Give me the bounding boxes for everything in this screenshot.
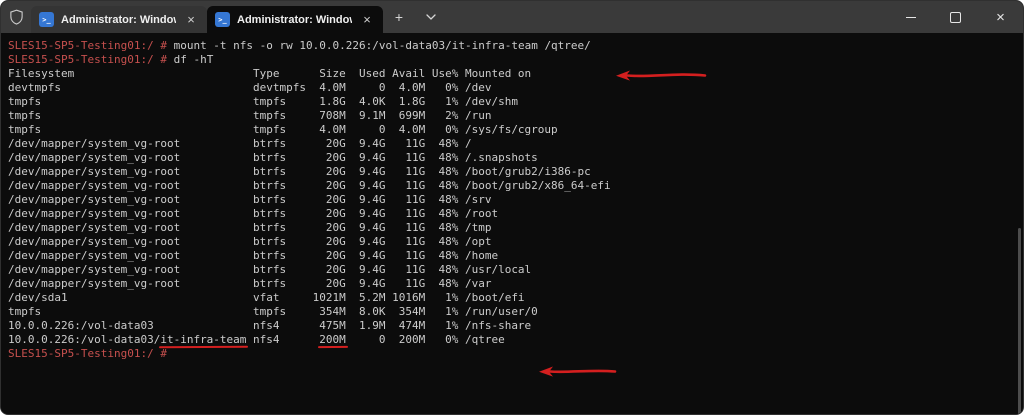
terminal-line: /dev/mapper/system_vg-root btrfs 20G 9.4… <box>8 263 532 276</box>
maximize-icon <box>950 11 961 23</box>
tab-title: Administrator: Windows PowerShell <box>61 13 176 26</box>
powershell-icon: >_ <box>39 12 54 27</box>
terminal-line: /dev/mapper/system_vg-root btrfs 20G 9.4… <box>8 151 538 164</box>
terminal-window: >_ Administrator: Windows PowerShell × >… <box>0 0 1024 415</box>
annotation-arrow-qtree-row <box>539 366 617 377</box>
maximize-button[interactable] <box>933 1 978 33</box>
minimize-icon <box>905 16 916 18</box>
terminal-line: /dev/mapper/system_vg-root btrfs 20G 9.4… <box>8 277 492 290</box>
terminal-line: /dev/mapper/system_vg-root btrfs 20G 9.4… <box>8 179 611 192</box>
tab-close-button[interactable]: × <box>183 12 199 28</box>
tab-powershell-1[interactable]: >_ Administrator: Windows PowerShell × <box>31 6 207 33</box>
tab-close-button[interactable]: × <box>359 12 375 28</box>
terminal-lines: SLES15-SP5-Testing01:/ # mount -t nfs -o… <box>8 39 1023 361</box>
tab-dropdown-button[interactable] <box>415 1 447 33</box>
terminal-line: SLES15-SP5-Testing01:/ # df -hT <box>8 53 214 66</box>
tab-powershell-2[interactable]: >_ Administrator: Windows PowerShell × <box>207 6 383 33</box>
terminal-line: tmpfs tmpfs 1.8G 4.0K 1.8G 1% /dev/shm <box>8 95 518 108</box>
terminal-line: tmpfs tmpfs 354M 8.0K 354M 1% /run/user/… <box>8 305 538 318</box>
close-icon: × <box>996 8 1005 26</box>
annotation-arrow-mount-command <box>616 70 707 81</box>
scrollbar-thumb[interactable] <box>1018 228 1021 414</box>
terminal-line: 10.0.0.226:/vol-data03/it-infra-team nfs… <box>8 333 505 346</box>
terminal-line: SLES15-SP5-Testing01:/ # mount -t nfs -o… <box>8 39 591 52</box>
terminal-line: /dev/sda1 vfat 1021M 5.2M 1016M 1% /boot… <box>8 291 525 304</box>
terminal-pane[interactable]: SLES15-SP5-Testing01:/ # mount -t nfs -o… <box>1 33 1023 414</box>
tab-bar: >_ Administrator: Windows PowerShell × >… <box>1 1 1023 33</box>
new-tab-button[interactable]: + <box>383 1 415 33</box>
powershell-icon: >_ <box>215 12 230 27</box>
admin-shield-icon <box>1 1 31 33</box>
close-button[interactable]: × <box>978 1 1023 33</box>
terminal-line: /dev/mapper/system_vg-root btrfs 20G 9.4… <box>8 137 472 150</box>
terminal-line: tmpfs tmpfs 4.0M 0 4.0M 0% /sys/fs/cgrou… <box>8 123 558 136</box>
terminal-line: /dev/mapper/system_vg-root btrfs 20G 9.4… <box>8 207 499 220</box>
terminal-line: /dev/mapper/system_vg-root btrfs 20G 9.4… <box>8 165 591 178</box>
tab-title: Administrator: Windows PowerShell <box>237 13 352 26</box>
terminal-line: /dev/mapper/system_vg-root btrfs 20G 9.4… <box>8 235 492 248</box>
terminal-line: SLES15-SP5-Testing01:/ # <box>8 347 167 360</box>
terminal-line: tmpfs tmpfs 708M 9.1M 699M 2% /run <box>8 109 492 122</box>
terminal-line: /dev/mapper/system_vg-root btrfs 20G 9.4… <box>8 221 492 234</box>
terminal-line: /dev/mapper/system_vg-root btrfs 20G 9.4… <box>8 193 492 206</box>
terminal-line: 10.0.0.226:/vol-data03 nfs4 475M 1.9M 47… <box>8 319 532 332</box>
chevron-down-icon <box>426 14 436 20</box>
terminal-line: /dev/mapper/system_vg-root btrfs 20G 9.4… <box>8 249 499 262</box>
minimize-button[interactable] <box>888 1 933 33</box>
terminal-line: Filesystem Type Size Used Avail Use% Mou… <box>8 67 532 80</box>
title-bar-drag-area[interactable] <box>447 1 888 33</box>
terminal-line: devtmpfs devtmpfs 4.0M 0 4.0M 0% /dev <box>8 81 492 94</box>
